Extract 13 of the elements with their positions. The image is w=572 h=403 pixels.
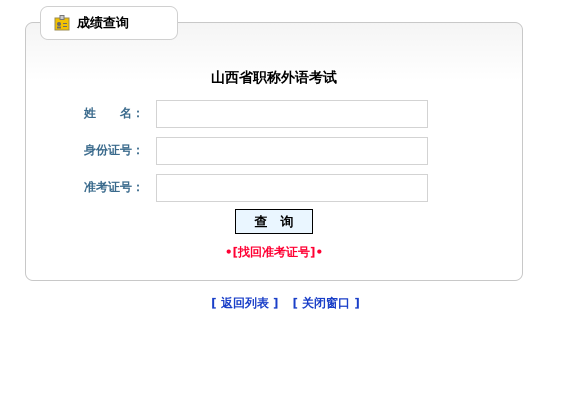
footer-link[interactable]: [ 返回列表 ] bbox=[211, 295, 278, 312]
input-field[interactable] bbox=[156, 100, 428, 128]
recover-link[interactable]: •[找回准考证号]• bbox=[224, 245, 324, 259]
field-label: 姓 名： bbox=[82, 105, 145, 122]
input-field[interactable] bbox=[156, 136, 428, 164]
tab-title: 成绩查询 bbox=[77, 15, 129, 32]
field-label: 准考证号： bbox=[83, 179, 145, 196]
id-card-icon bbox=[54, 15, 70, 31]
query-button[interactable]: 查 询 bbox=[235, 209, 313, 234]
form-title: 山西省职称外语考试 bbox=[210, 69, 338, 87]
footer-link[interactable]: [ 关闭窗口 ] bbox=[292, 295, 360, 312]
field-label: 身份证号： bbox=[83, 142, 145, 159]
input-field[interactable] bbox=[156, 174, 428, 202]
